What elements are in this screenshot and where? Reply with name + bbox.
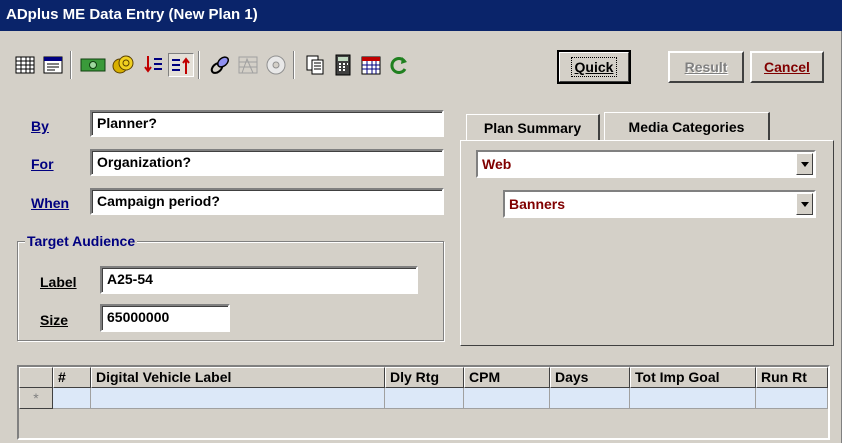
refresh-icon[interactable]: [386, 53, 412, 77]
col-tot-imp-goal[interactable]: Tot Imp Goal: [630, 367, 756, 388]
table-row[interactable]: *: [19, 388, 828, 409]
audience-size-field[interactable]: 65000000: [100, 304, 230, 332]
sort-down-icon[interactable]: [140, 53, 166, 77]
chevron-down-icon[interactable]: [796, 153, 813, 175]
col-vehicle-label[interactable]: Digital Vehicle Label: [91, 367, 385, 388]
title-bar: ADplus ME Data Entry (New Plan 1): [0, 0, 842, 31]
col-number[interactable]: #: [53, 367, 91, 388]
when-field[interactable]: Campaign period?: [90, 188, 444, 215]
link-icon[interactable]: [207, 53, 233, 77]
audience-size-label: Size: [40, 312, 69, 328]
copy-pages-icon[interactable]: [302, 53, 328, 77]
chart-lines-icon[interactable]: [235, 53, 261, 77]
col-dly-rtg[interactable]: Dly Rtg: [385, 367, 464, 388]
by-field[interactable]: Planner?: [90, 110, 444, 137]
money-icon[interactable]: [78, 53, 108, 77]
form-view-icon[interactable]: [40, 53, 66, 77]
for-field[interactable]: Organization?: [90, 149, 444, 176]
toolbar: Quick Result Cancel: [0, 31, 842, 101]
window-title: ADplus ME Data Entry (New Plan 1): [6, 6, 258, 23]
col-run-rt[interactable]: Run Rt: [756, 367, 828, 388]
audience-label-label: Label: [40, 274, 77, 290]
table-grid-icon[interactable]: [12, 53, 38, 77]
quick-button[interactable]: Quick: [557, 50, 631, 84]
col-days[interactable]: Days: [550, 367, 630, 388]
sort-up-icon[interactable]: [168, 53, 194, 77]
app-window: ADplus ME Data Entry (New Plan 1) Quick …: [0, 0, 842, 443]
for-label: For: [31, 156, 54, 172]
target-audience-title: Target Audience: [25, 233, 138, 249]
vehicle-grid[interactable]: # Digital Vehicle Label Dly Rtg CPM Days…: [17, 365, 830, 440]
audience-label-field[interactable]: A25-54: [100, 266, 418, 294]
calendar-icon[interactable]: [358, 53, 384, 77]
coins-icon[interactable]: [108, 53, 138, 77]
tab-plan-summary[interactable]: Plan Summary: [466, 114, 600, 140]
by-label: By: [31, 118, 49, 134]
tab-media-categories[interactable]: Media Categories: [604, 112, 770, 141]
when-label: When: [31, 195, 70, 211]
result-button[interactable]: Result: [668, 51, 744, 83]
col-cpm[interactable]: CPM: [464, 367, 550, 388]
grid-header: # Digital Vehicle Label Dly Rtg CPM Days…: [19, 367, 828, 388]
calculator-icon[interactable]: [330, 53, 356, 77]
media-subcategory-select[interactable]: Banners: [503, 190, 816, 218]
chevron-down-icon[interactable]: [796, 193, 813, 215]
media-category-select[interactable]: Web: [476, 150, 816, 178]
disc-icon[interactable]: [263, 53, 289, 77]
cancel-button[interactable]: Cancel: [750, 51, 824, 83]
new-row-marker: *: [19, 388, 53, 409]
